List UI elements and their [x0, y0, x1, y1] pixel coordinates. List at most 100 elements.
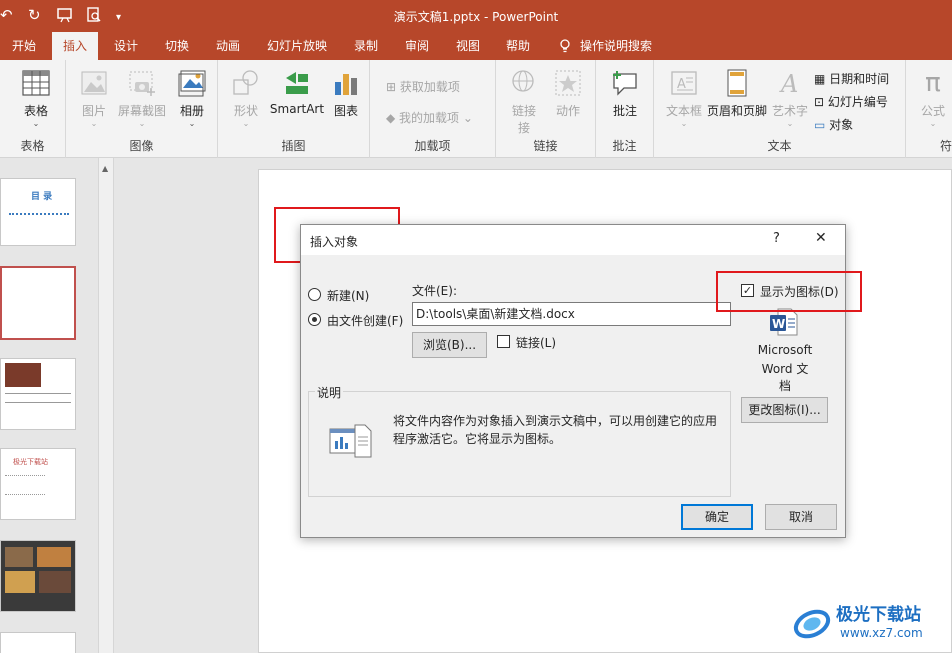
svg-text:A: A — [779, 70, 798, 98]
group-text: A 文本框 ⌄ 页眉和页脚 A 艺术字 ⌄ ▦ 日期和时间 ⊡ 幻灯片编号 ▭ … — [654, 60, 906, 158]
dialog-titlebar: 插入对象 ? ✕ — [301, 225, 845, 255]
screenshot-button[interactable]: 屏幕截图 ⌄ — [116, 68, 168, 128]
ok-button[interactable]: 确定 — [681, 504, 753, 530]
group-images-label: 图像 — [129, 139, 154, 153]
ribbon: 表格 ⌄ 表格 图片 ⌄ 屏幕截图 ⌄ 相册 ⌄ 图像 形状 ⌄ SmartAr… — [0, 60, 952, 158]
slide-number-button[interactable]: ⊡ 幻灯片编号 — [814, 93, 888, 110]
create-new-radio[interactable] — [308, 288, 321, 301]
slide-thumbnails: 目 录 极光下载站 — [0, 158, 98, 653]
chart-icon — [331, 68, 361, 98]
highlight-display-as-icon — [716, 271, 862, 312]
slide-number-icon: ⊡ — [814, 95, 828, 109]
change-icon-button[interactable]: 更改图标(I)... — [741, 397, 828, 423]
comment-label: 批注 — [612, 104, 637, 118]
slide3-text — [5, 393, 71, 403]
chart-button[interactable]: 图表 — [328, 68, 364, 119]
album-button[interactable]: 相册 ⌄ — [170, 68, 214, 128]
comment-button[interactable]: 批注 — [604, 68, 646, 119]
picture-button[interactable]: 图片 ⌄ — [72, 68, 116, 128]
action-button[interactable]: 动作 — [548, 68, 588, 119]
slide-thumbnail-2-selected[interactable] — [0, 266, 76, 340]
slide-thumbnail-3[interactable] — [0, 358, 76, 430]
header-footer-label: 页眉和页脚 — [706, 104, 767, 118]
smartart-button[interactable]: SmartArt — [268, 68, 326, 116]
dropdown-icon: ⌄ — [188, 119, 196, 128]
header-footer-button[interactable]: 页眉和页脚 — [706, 68, 768, 119]
close-button[interactable]: ✕ — [815, 230, 827, 246]
link-button[interactable]: 链接 接 — [504, 68, 544, 136]
slide-thumbnail-5[interactable] — [0, 540, 76, 612]
watermark-url: www.xz7.com — [840, 626, 923, 640]
get-addins-button[interactable]: ⊞ 获取加载项 — [386, 78, 460, 95]
title-bar: ↶ ↻ ▾ 演示文稿1.pptx - PowerPoint — [0, 0, 952, 32]
object-button[interactable]: ▭ 对象 — [814, 116, 853, 133]
new-comment-icon — [610, 68, 640, 98]
create-from-file-radio[interactable] — [308, 313, 321, 326]
datetime-button[interactable]: ▦ 日期和时间 — [814, 70, 889, 87]
tab-view[interactable]: 视图 — [446, 32, 490, 60]
window-title: 演示文稿1.pptx - PowerPoint — [393, 10, 559, 24]
group-symbols: π 公式 ⌄ 符 — [906, 60, 952, 158]
group-text-label: 文本 — [767, 139, 792, 153]
object-label: 对象 — [829, 118, 854, 132]
slide5-image-c — [5, 571, 35, 593]
group-addins-label: 加载项 — [414, 139, 451, 153]
tab-insert[interactable]: 插入 — [52, 32, 98, 60]
action-label: 动作 — [555, 104, 580, 118]
group-illustrations-label: 插图 — [281, 139, 306, 153]
ribbon-tabs: 开始 插入 设计 切换 动画 幻灯片放映 录制 审阅 视图 帮助 操作说明搜索 — [0, 32, 952, 60]
slide-thumbnail-6[interactable] — [0, 632, 76, 653]
watermark-logo: 极光下载站 www.xz7.com — [790, 598, 950, 650]
help-button[interactable]: ? — [773, 231, 780, 246]
tab-animations[interactable]: 动画 — [206, 32, 250, 60]
slide3-image — [5, 363, 41, 387]
thumbnail-scrollbar[interactable]: ▲ — [98, 158, 114, 653]
slide-thumbnail-1[interactable]: 目 录 — [0, 178, 76, 246]
group-addins: ⊞ 获取加载项 ◆ 我的加载项 ⌄ 加载项 — [370, 60, 496, 158]
cancel-button[interactable]: 取消 — [765, 504, 837, 530]
file-path-input[interactable]: D:\tools\桌面\新建文档.docx — [412, 302, 731, 326]
slide5-image-a — [5, 547, 33, 567]
slide4-text — [5, 475, 45, 495]
dropdown-icon: ⌄ — [138, 119, 146, 128]
tab-record[interactable]: 录制 — [344, 32, 388, 60]
equation-button[interactable]: π 公式 ⌄ — [916, 68, 950, 128]
tab-design[interactable]: 设计 — [104, 32, 148, 60]
tab-transitions[interactable]: 切换 — [154, 32, 200, 60]
dialog-title: 插入对象 — [310, 235, 359, 249]
link-label-2: 接 — [517, 121, 530, 135]
screenshot-label: 屏幕截图 — [117, 104, 166, 118]
slide-thumbnail-4[interactable]: 极光下载站 — [0, 448, 76, 520]
dropdown-icon: ⌄ — [459, 111, 473, 125]
browse-button[interactable]: 浏览(B)... — [412, 332, 487, 358]
tab-help[interactable]: 帮助 — [496, 32, 540, 60]
description-text-line2: 程序激活它。它将显示为图标。 — [393, 432, 562, 446]
slide-number-label: 幻灯片编号 — [827, 95, 888, 109]
icon-caption-line1: Microsoft — [757, 343, 813, 357]
dropdown-icon: ⌄ — [242, 119, 250, 128]
tell-me-search[interactable]: 操作说明搜索 — [580, 32, 664, 60]
datetime-label: 日期和时间 — [829, 72, 890, 86]
wordart-button[interactable]: A 艺术字 ⌄ — [770, 68, 810, 128]
group-comments: 批注 批注 — [596, 60, 654, 158]
group-symbols-label: 符 — [939, 139, 952, 153]
smartart-label: SmartArt — [269, 102, 325, 116]
tab-home[interactable]: 开始 — [0, 32, 48, 60]
watermark-name: 极光下载站 — [836, 605, 921, 625]
picture-label: 图片 — [81, 104, 106, 118]
table-button[interactable]: 表格 ⌄ — [14, 68, 58, 128]
scroll-up-icon[interactable]: ▲ — [102, 164, 108, 173]
slide1-title: 目 录 — [31, 192, 53, 202]
embedded-object-icon — [329, 423, 373, 459]
screenshot-icon — [127, 68, 157, 98]
lightbulb-icon — [556, 32, 574, 60]
shapes-button[interactable]: 形状 ⌄ — [226, 68, 266, 128]
my-addins-button[interactable]: ◆ 我的加载项 ⌄ — [386, 109, 473, 126]
addin-puzzle-icon: ◆ — [386, 111, 400, 125]
store-icon: ⊞ — [386, 80, 400, 94]
tab-review[interactable]: 审阅 — [394, 32, 440, 60]
link-checkbox[interactable] — [497, 335, 510, 348]
textbox-button[interactable]: A 文本框 ⌄ — [662, 68, 706, 128]
tab-slideshow[interactable]: 幻灯片放映 — [256, 32, 338, 60]
slide5-image-d — [39, 571, 71, 593]
